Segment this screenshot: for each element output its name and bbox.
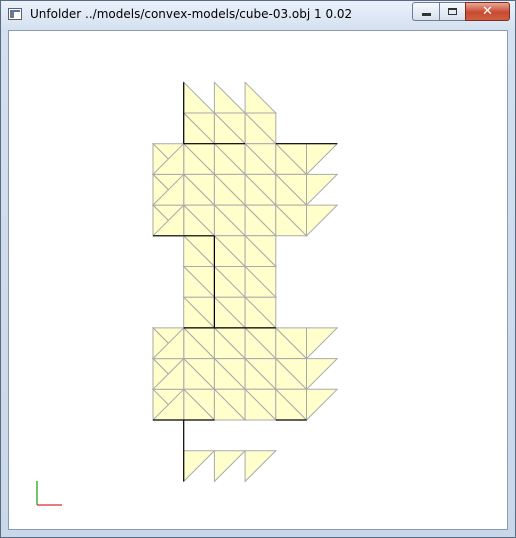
unfold-face — [183, 450, 216, 483]
unfold-face — [306, 143, 339, 176]
app-window: Unfolder ../models/convex-models/cube-03… — [0, 0, 516, 538]
unfold-face — [306, 327, 339, 360]
window-title: Unfolder ../models/convex-models/cube-03… — [30, 7, 353, 21]
unfold-face — [306, 204, 339, 238]
maximize-button[interactable] — [439, 2, 465, 21]
unfold-face — [306, 173, 339, 207]
maximize-icon — [448, 8, 457, 15]
app-window-icon[interactable] — [8, 8, 22, 20]
minimize-button[interactable] — [412, 2, 439, 21]
close-icon: ✕ — [482, 4, 493, 19]
unfold-viewport[interactable] — [8, 30, 508, 530]
caption-buttons: ✕ — [412, 2, 510, 22]
unfold-face — [244, 81, 278, 114]
unfold-face — [213, 450, 247, 483]
unfold-face — [213, 81, 247, 114]
unfold-face — [244, 450, 278, 483]
unfolding-canvas[interactable] — [9, 31, 507, 529]
unfold-face — [183, 81, 216, 114]
minimize-icon — [421, 13, 431, 16]
title-bar[interactable]: Unfolder ../models/convex-models/cube-03… — [1, 1, 515, 29]
close-button[interactable]: ✕ — [465, 2, 510, 21]
unfold-face — [306, 358, 339, 391]
unfold-face — [306, 388, 339, 422]
